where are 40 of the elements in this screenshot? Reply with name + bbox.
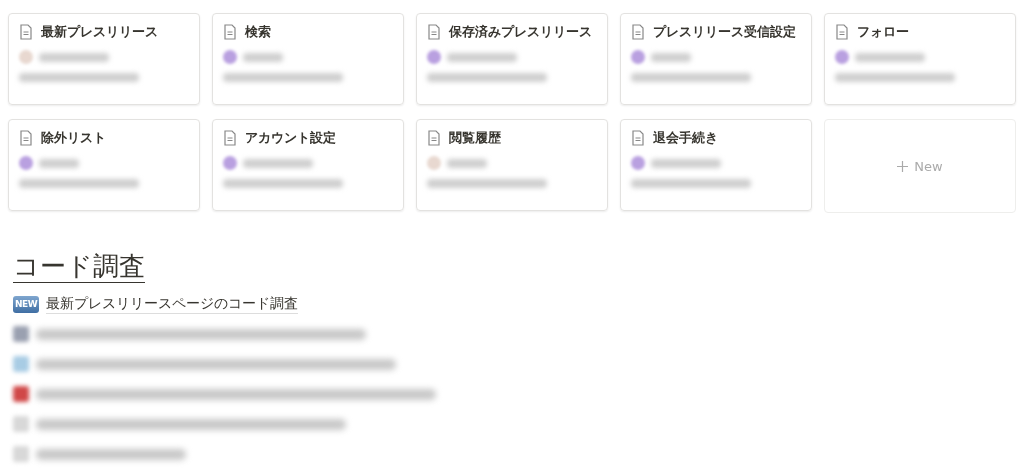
redacted-text — [651, 52, 691, 62]
page-card[interactable]: 検索 — [212, 13, 404, 105]
document-icon — [427, 130, 441, 146]
redacted-text — [39, 52, 109, 62]
new-badge-icon: NEW — [13, 295, 40, 313]
card-title: フォロー — [857, 23, 909, 41]
document-icon — [223, 130, 237, 146]
redacted-text — [243, 158, 313, 168]
card-title: プレスリリース受信設定 — [653, 23, 796, 41]
page-card[interactable]: 除外リスト — [8, 119, 200, 211]
card-title: 退会手続き — [653, 129, 718, 147]
card-title: 最新プレスリリース — [41, 23, 158, 41]
redacted-text — [39, 158, 79, 168]
page-card[interactable]: 最新プレスリリース — [8, 13, 200, 105]
redacted-text — [447, 52, 517, 62]
document-icon — [835, 24, 849, 40]
document-icon — [19, 130, 33, 146]
document-icon — [427, 24, 441, 40]
redacted-text — [447, 158, 487, 168]
page-card[interactable]: 退会手続き — [620, 119, 812, 211]
document-icon — [223, 24, 237, 40]
redacted-text — [651, 158, 721, 168]
card-title: 除外リスト — [41, 129, 106, 147]
plus-icon — [897, 160, 909, 172]
page-card[interactable]: フォロー — [824, 13, 1016, 105]
document-icon — [631, 24, 645, 40]
card-title: 閲覧履歴 — [449, 129, 501, 147]
page-card[interactable]: アカウント設定 — [212, 119, 404, 211]
page-card[interactable]: 保存済みプレスリリース — [416, 13, 608, 105]
page-card[interactable]: 閲覧履歴 — [416, 119, 608, 211]
page-card[interactable]: プレスリリース受信設定 — [620, 13, 812, 105]
page-link[interactable]: 最新プレスリリースページのコード調査 — [46, 294, 299, 314]
section-heading: コード調査 — [13, 251, 145, 284]
document-icon — [631, 130, 645, 146]
redacted-text — [243, 52, 283, 62]
card-title: 保存済みプレスリリース — [449, 23, 592, 41]
document-icon — [19, 24, 33, 40]
card-title: 検索 — [245, 23, 271, 41]
card-title: アカウント設定 — [245, 129, 336, 147]
redacted-text — [855, 52, 925, 62]
